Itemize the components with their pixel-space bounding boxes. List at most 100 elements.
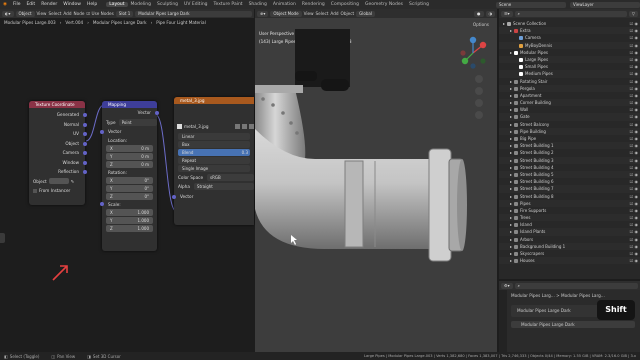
expand-arrow-icon[interactable]: ▸ xyxy=(510,222,512,227)
visibility-eye-icon[interactable]: ☑ ◉ xyxy=(630,56,638,63)
socket-icon[interactable] xyxy=(83,170,87,174)
output-uv[interactable]: UV xyxy=(29,129,87,139)
output-camera[interactable]: Camera xyxy=(29,148,87,158)
visibility-eye-icon[interactable]: ☑ ◉ xyxy=(630,149,638,156)
visibility-eye-icon[interactable]: ☑ ◉ xyxy=(630,92,638,99)
outliner-item[interactable]: ▸ Pipes ☑ ◉ xyxy=(499,199,640,207)
tab-texture-paint[interactable]: Texture Paint xyxy=(211,2,246,7)
expand-arrow-icon[interactable]: ▸ xyxy=(510,215,512,220)
outliner[interactable]: ☰▾ ⌕ ▽ ▸ Scene Collection ☑ ◉ ▸ Extra ☑ ◉ Came… xyxy=(499,9,640,279)
outliner-item[interactable]: ▸ Rotating Stair ☑ ◉ xyxy=(499,78,640,85)
tab-sculpting[interactable]: Sculpting xyxy=(154,2,181,7)
color-space-dropdown[interactable]: sRGB xyxy=(207,173,254,181)
outliner-item[interactable]: ▸ Pipe Building ☑ ◉ xyxy=(499,127,640,135)
tab-geometry-nodes[interactable]: Geometry Nodes xyxy=(362,2,406,7)
expand-arrow-icon[interactable]: ▸ xyxy=(510,165,512,170)
expand-arrow-icon[interactable]: ▸ xyxy=(510,79,512,84)
output-reflection[interactable]: Reflection xyxy=(29,167,87,177)
image-new-icon[interactable] xyxy=(242,124,247,130)
visibility-eye-icon[interactable]: ☑ ◉ xyxy=(630,157,638,164)
texture-coordinate-node[interactable]: Texture Coordinate Generated Normal UV O… xyxy=(29,101,87,205)
expand-arrow-icon[interactable]: ▸ xyxy=(510,194,512,199)
expand-arrow-icon[interactable]: ▸ xyxy=(510,186,512,191)
use-nodes-checkbox[interactable]: ☑ Use Nodes xyxy=(86,11,113,16)
outliner-item[interactable]: ▸ Island Plants ☑ ◉ xyxy=(499,228,640,236)
menu-help[interactable]: Help xyxy=(84,2,100,7)
sidebar-toggle[interactable] xyxy=(0,233,5,243)
outliner-item[interactable]: ▸ Wall ☑ ◉ xyxy=(499,106,640,113)
outliner-item[interactable]: ▸ Gate ☑ ◉ xyxy=(499,113,640,121)
editor-type-icon[interactable]: ☰▾ xyxy=(501,10,513,17)
visibility-eye-icon[interactable]: ☑ ◉ xyxy=(630,142,638,149)
outliner-item[interactable]: Camera ☑ ◉ xyxy=(499,34,640,41)
visibility-eye-icon[interactable]: ☑ ◉ xyxy=(630,178,638,185)
expand-arrow-icon[interactable]: ▸ xyxy=(510,114,512,119)
visibility-eye-icon[interactable]: ☑ ◉ xyxy=(630,185,638,192)
menu-file[interactable]: File xyxy=(10,2,24,7)
socket-icon[interactable] xyxy=(83,132,87,136)
blender-logo-icon[interactable]: ◉ xyxy=(0,2,10,7)
tab-modeling[interactable]: Modeling xyxy=(128,2,154,7)
visibility-eye-icon[interactable]: ☑ ◉ xyxy=(630,49,638,56)
visibility-eye-icon[interactable]: ☑ ◉ xyxy=(630,34,638,41)
outliner-item[interactable]: MyBoyDennis ☑ ◉ xyxy=(499,41,640,49)
outliner-item[interactable]: ▸ Street Building 1 ☑ ◉ xyxy=(499,142,640,150)
scale-z-field[interactable]: Z 1.000 xyxy=(106,224,153,232)
expand-arrow-icon[interactable]: ▸ xyxy=(510,158,512,163)
visibility-eye-icon[interactable]: ☑ ◉ xyxy=(630,193,638,200)
visibility-eye-icon[interactable]: ☑ ◉ xyxy=(630,42,638,49)
visibility-eye-icon[interactable]: ☑ ◉ xyxy=(630,63,638,70)
alpha-dropdown[interactable]: Straight xyxy=(193,183,254,190)
type-dropdown[interactable]: Point xyxy=(118,118,157,126)
node-title[interactable]: metal_3.jpg xyxy=(174,97,254,104)
outliner-item[interactable]: ▸ Skyscrapers ☑ ◉ xyxy=(499,250,640,257)
slot-select[interactable]: Slot 1 xyxy=(115,10,134,17)
node-menu-add[interactable]: Add xyxy=(63,11,71,16)
visibility-eye-icon[interactable]: ☑ ◉ xyxy=(630,221,638,228)
socket-icon[interactable] xyxy=(100,202,104,206)
image-texture-node[interactable]: metal_3.jpg metal_3.jpg Linear Box Blend… xyxy=(172,97,254,225)
outliner-item[interactable]: ▸ Big Pipe ☑ ◉ xyxy=(499,135,640,142)
visibility-eye-icon[interactable]: ☑ ◉ xyxy=(630,243,638,250)
outliner-item[interactable]: ▸ Street Building 6 ☑ ◉ xyxy=(499,178,640,185)
tab-compositing[interactable]: Compositing xyxy=(328,2,362,7)
outliner-item[interactable]: Medium Pipes ☑ ◉ xyxy=(499,70,640,78)
expand-arrow-icon[interactable]: ▸ xyxy=(510,229,512,234)
zoom-icon[interactable] xyxy=(475,75,483,83)
image-selector[interactable]: metal_3.jpg xyxy=(174,122,254,132)
expand-arrow-icon[interactable]: ▸ xyxy=(510,251,512,256)
outliner-item[interactable]: ▸ Scene Collection ☑ ◉ xyxy=(499,20,640,27)
socket-icon[interactable] xyxy=(83,151,87,155)
visibility-eye-icon[interactable]: ☑ ◉ xyxy=(630,228,638,235)
extension-dropdown[interactable]: Repeat xyxy=(178,156,250,164)
camera-view-icon[interactable] xyxy=(475,99,483,107)
visibility-eye-icon[interactable]: ☑ ◉ xyxy=(630,99,638,106)
expand-arrow-icon[interactable]: ▸ xyxy=(510,86,512,91)
output-generated[interactable]: Generated xyxy=(29,110,87,120)
expand-arrow-icon[interactable]: ▸ xyxy=(510,129,512,134)
visibility-eye-icon[interactable]: ☑ ◉ xyxy=(630,78,638,85)
expand-arrow-icon[interactable]: ▸ xyxy=(510,93,512,98)
visibility-eye-icon[interactable]: ☑ ◉ xyxy=(630,250,638,257)
location-z-field[interactable]: Z 0 m xyxy=(106,160,153,168)
expand-arrow-icon[interactable]: ▸ xyxy=(510,172,512,177)
outliner-item[interactable]: ▸ Background Building 1 ☑ ◉ xyxy=(499,242,640,250)
input-vector[interactable]: Vector xyxy=(100,127,157,137)
outliner-item[interactable]: ▸ Extra ☑ ◉ xyxy=(499,27,640,35)
socket-icon[interactable] xyxy=(83,160,87,165)
outliner-item[interactable]: ▸ Street Building 8 ☑ ◉ xyxy=(499,193,640,200)
outliner-item[interactable]: ▸ Street Building 7 ☑ ◉ xyxy=(499,185,640,193)
outliner-item[interactable]: ▸ Street Building 3 ☑ ◉ xyxy=(499,156,640,164)
image-open-icon[interactable] xyxy=(249,124,254,130)
visibility-eye-icon[interactable]: ☑ ◉ xyxy=(630,164,638,171)
tab-layout[interactable]: Layout xyxy=(106,2,128,7)
expand-arrow-icon[interactable]: ▸ xyxy=(510,201,512,206)
tab-animation[interactable]: Animation xyxy=(270,2,299,7)
scale-x-field[interactable]: X 1.000 xyxy=(106,208,153,216)
image-browse-icon[interactable] xyxy=(235,124,240,130)
socket-icon[interactable] xyxy=(172,194,176,199)
output-object[interactable]: Object xyxy=(29,139,87,149)
visibility-eye-icon[interactable]: ☑ ◉ xyxy=(630,70,638,77)
material-slot-item[interactable]: Modular Pipes Large Dark xyxy=(517,308,571,313)
socket-icon[interactable] xyxy=(100,130,104,134)
